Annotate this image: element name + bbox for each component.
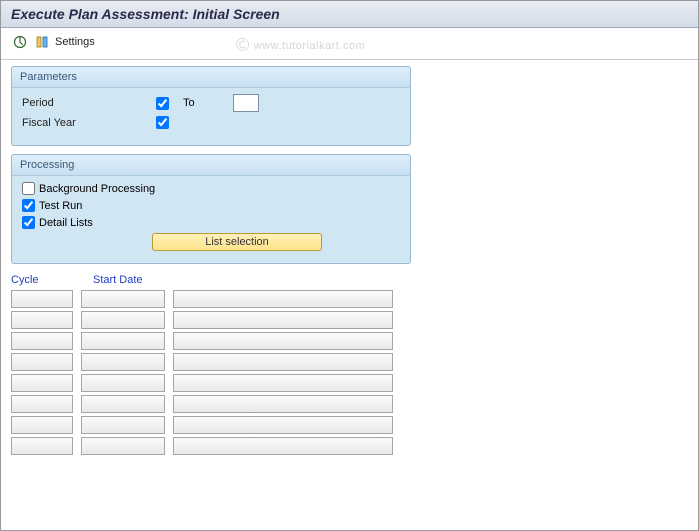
desc-input[interactable] [173, 437, 393, 455]
startdate-input[interactable] [81, 311, 165, 329]
title-bar: Execute Plan Assessment: Initial Screen [1, 1, 698, 28]
table-row [11, 311, 688, 329]
page-title: Execute Plan Assessment: Initial Screen [11, 6, 688, 22]
table-row [11, 416, 688, 434]
startdate-input[interactable] [81, 374, 165, 392]
grid-headers: Cycle Start Date [11, 272, 688, 290]
parameters-title: Parameters [12, 67, 410, 88]
testrun-row: Test Run [22, 199, 400, 212]
settings-icon[interactable] [33, 33, 51, 51]
toolbar: Settings [1, 28, 698, 60]
desc-input[interactable] [173, 290, 393, 308]
cycle-header: Cycle [11, 274, 73, 286]
table-row [11, 374, 688, 392]
desc-input[interactable] [173, 395, 393, 413]
startdate-input[interactable] [81, 290, 165, 308]
detail-label: Detail Lists [39, 217, 93, 229]
period-row: Period To [22, 94, 400, 112]
cycle-input[interactable] [11, 332, 73, 350]
startdate-header: Start Date [93, 274, 177, 286]
startdate-input[interactable] [81, 416, 165, 434]
cycle-input[interactable] [11, 374, 73, 392]
cycle-input[interactable] [11, 395, 73, 413]
desc-input[interactable] [173, 374, 393, 392]
desc-input[interactable] [173, 353, 393, 371]
background-label: Background Processing [39, 183, 155, 195]
table-row [11, 290, 688, 308]
grid-body [11, 290, 688, 455]
cycle-input[interactable] [11, 353, 73, 371]
testrun-checkbox[interactable] [22, 199, 35, 212]
table-row [11, 353, 688, 371]
content-area: Parameters Period To Fiscal Year Process… [1, 60, 698, 464]
cycle-input[interactable] [11, 416, 73, 434]
period-to-input[interactable] [233, 94, 259, 112]
execute-icon[interactable] [11, 33, 29, 51]
fiscal-year-label: Fiscal Year [22, 117, 152, 129]
detail-row: Detail Lists [22, 216, 400, 229]
startdate-input[interactable] [81, 353, 165, 371]
cycle-input[interactable] [11, 311, 73, 329]
background-row: Background Processing [22, 182, 400, 195]
settings-label[interactable]: Settings [55, 36, 95, 48]
desc-input[interactable] [173, 416, 393, 434]
desc-input[interactable] [173, 311, 393, 329]
period-checkbox[interactable] [156, 97, 169, 110]
processing-group: Processing Background Processing Test Ru… [11, 154, 411, 264]
table-row [11, 332, 688, 350]
startdate-input[interactable] [81, 332, 165, 350]
processing-title: Processing [12, 155, 410, 176]
detail-checkbox[interactable] [22, 216, 35, 229]
cycle-input[interactable] [11, 437, 73, 455]
background-checkbox[interactable] [22, 182, 35, 195]
parameters-group: Parameters Period To Fiscal Year [11, 66, 411, 146]
to-label: To [183, 97, 195, 109]
fiscal-year-row: Fiscal Year [22, 116, 400, 129]
startdate-input[interactable] [81, 395, 165, 413]
desc-input[interactable] [173, 332, 393, 350]
period-label: Period [22, 97, 152, 109]
list-selection-button[interactable]: List selection [152, 233, 322, 251]
startdate-input[interactable] [81, 437, 165, 455]
table-row [11, 437, 688, 455]
fiscal-year-checkbox[interactable] [156, 116, 169, 129]
table-row [11, 395, 688, 413]
testrun-label: Test Run [39, 200, 82, 212]
cycle-input[interactable] [11, 290, 73, 308]
